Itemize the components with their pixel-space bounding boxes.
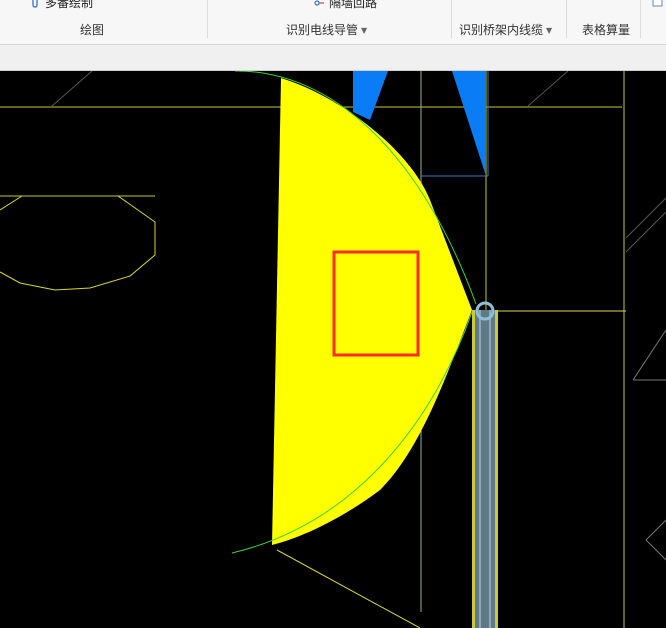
hatch-line (527, 71, 569, 107)
multi-draw-label: 多番绘制 (45, 0, 94, 10)
dropdown-arrow-icon: ▼ (361, 26, 368, 35)
reference-line (276, 549, 421, 628)
multi-draw-tool[interactable]: 多番绘制 (30, 0, 93, 11)
paperclip-icon (32, 0, 38, 8)
blue-fill-wedge (353, 71, 388, 120)
outline-shape (0, 195, 156, 291)
ribbon-toolbar: 多番绘制 隔墙回路 绘图 识别电线导管 ▼ 识别桥架内线缆 ▼ 表格算量 (0, 0, 666, 45)
blue-fill-wedge (452, 71, 486, 176)
drawing-tab-strip (0, 45, 666, 71)
document-icon (652, 0, 663, 7)
group-divider (451, 0, 452, 38)
circuit-icon (314, 0, 324, 6)
hatch-line (51, 71, 93, 107)
pipe-body[interactable] (475, 310, 495, 628)
dropdown-arrow-icon: ▼ (546, 26, 553, 35)
hatch-line (632, 329, 666, 381)
document-tool[interactable] (652, 0, 663, 7)
cad-drawing-canvas[interactable] (0, 71, 666, 628)
group-label-draw: 绘图 (80, 23, 105, 37)
hatch-line (645, 519, 666, 541)
group-recognize-tray-cable[interactable]: 识别桥架内线缆 ▼ (459, 21, 552, 38)
group-recognize-wire-conduit[interactable]: 识别电线导管 ▼ (286, 21, 367, 38)
group-divider (566, 0, 567, 38)
cad-drawing[interactable] (0, 71, 666, 628)
outline-shape (0, 195, 23, 211)
group-table-quantity: 表格算量 (582, 23, 631, 37)
group-divider (640, 0, 641, 38)
hatch-line (645, 539, 666, 561)
wall-circuit-label: 隔墙回路 (329, 0, 378, 10)
group-divider (207, 0, 208, 38)
wall-circuit-tool[interactable]: 隔墙回路 (314, 0, 377, 11)
